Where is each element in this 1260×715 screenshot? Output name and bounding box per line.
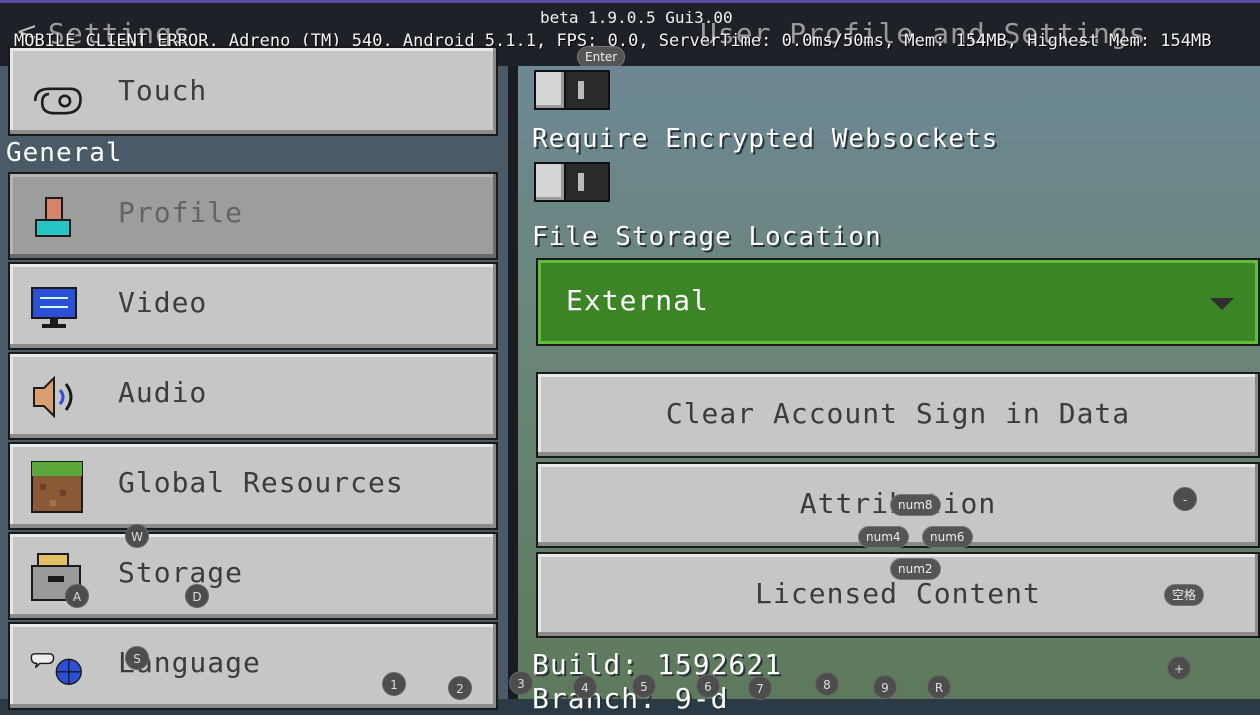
key-8-bubble[interactable]: 8 [815,672,839,696]
key-3-bubble[interactable]: 3 [509,671,533,695]
sidebar-item-audio[interactable]: Audio [8,352,498,440]
chevron-down-icon [1210,298,1234,310]
key-num6-bubble[interactable]: num6 [922,526,973,548]
dropdown-value: External [566,284,709,317]
sidebar-item-label: Profile [118,196,244,229]
key-s-bubble[interactable]: S [125,646,149,670]
toggle-knob [536,164,566,200]
key-num4-bubble[interactable]: num4 [858,526,909,548]
sidebar-item-touch[interactable]: Touch [8,46,498,136]
toggle-off-marker [578,81,584,99]
key-w-bubble[interactable]: W [125,524,149,548]
sidebar-item-label: Audio [118,376,208,409]
sidebar-item-label: Video [118,286,208,319]
sidebar-item-profile[interactable]: Profile [8,172,498,260]
storage-location-dropdown[interactable]: External [536,258,1260,346]
toggle-off-marker [578,173,584,191]
sidebar-item-label: Global Resources [118,466,404,499]
sidebar-item-global-resources[interactable]: Global Resources [8,442,498,530]
storage-location-label: File Storage Location [532,222,882,252]
key-space-bubble[interactable]: 空格 [1164,584,1205,606]
speaker-icon [33,375,73,419]
key-2-bubble[interactable]: 2 [448,676,472,700]
key-7-bubble[interactable]: 7 [748,676,772,700]
key-num2-bubble[interactable]: num2 [890,558,941,580]
key-enter-bubble[interactable]: Enter [577,46,626,68]
key-r-bubble[interactable]: R [927,675,951,699]
key-5-bubble[interactable]: 5 [632,674,656,698]
key-minus-bubble[interactable]: - [1173,487,1197,511]
sidebar-item-video[interactable]: Video [8,262,498,350]
key-num8-bubble[interactable]: num8 [890,494,941,516]
touch-icon [33,87,82,115]
sidebar-item-language[interactable]: Language [8,622,498,710]
key-4-bubble[interactable]: 4 [573,675,597,699]
key-d-bubble[interactable]: D [185,584,209,608]
key-1-bubble[interactable]: 1 [382,672,406,696]
sidebar-item-label: Touch [118,74,208,107]
websockets-label: Require Encrypted Websockets [532,124,999,154]
build-number: Build: 1592621 [532,648,783,681]
sidebar-item-label: Storage [118,556,244,589]
globe-chat-icon [30,653,82,685]
toggle-encrypted-websockets[interactable] [534,162,610,202]
profile-icon [35,197,71,237]
key-6-bubble[interactable]: 6 [696,674,720,698]
toggle-unknown-setting[interactable] [534,70,610,110]
clear-account-sign-in-button[interactable]: Clear Account Sign in Data [536,372,1260,458]
pane-divider [508,66,518,699]
monitor-icon [31,287,77,328]
grass-block-icon [31,461,83,513]
toggle-knob [536,72,566,108]
key-a-bubble[interactable]: A [65,584,89,608]
key-plus-bubble[interactable]: + [1167,656,1191,680]
section-title-general: General [6,138,123,168]
key-9-bubble[interactable]: 9 [873,675,897,699]
version-label: beta 1.9.0.5 Gui3.00 [540,8,733,27]
